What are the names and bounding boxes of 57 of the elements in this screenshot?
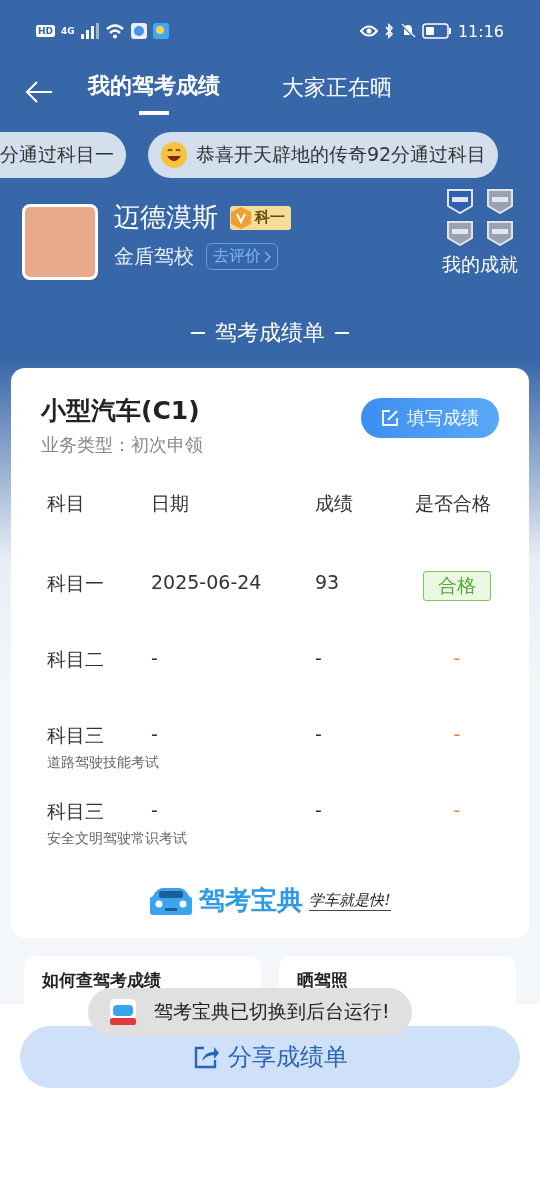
share-button[interactable]: 分享成绩单 [20,1026,520,1088]
result-cell: - [453,647,461,669]
table-cell-text: 2025-06-24 [151,571,263,593]
badge-text: 科一 [255,208,285,227]
achievements-label[interactable]: 我的成就 [442,252,518,278]
bluetooth-icon [383,23,394,39]
table-cell-text: 科目三 [47,723,105,748]
brand-name: 驾考宝典 [199,884,304,917]
table-cell-text: 93 [315,571,341,593]
car-icon [149,885,194,916]
column-header: 科目 [47,491,86,516]
app-logo-icon [110,999,136,1025]
promo-title: 如何查驾考成绩 [42,968,161,992]
subject-note: 安全文明驾驶常识考试 [47,829,187,848]
table-cell-text: 科目三 [47,799,105,824]
tab[interactable]: 大家正在晒 [282,67,392,117]
signal-icon [80,23,99,39]
v-hexagon-icon [230,205,252,230]
app-icon [130,23,147,39]
driving-school: 金盾驾校 [114,243,194,270]
table-cell-text: - [151,647,159,669]
table-cell-text: - [315,799,323,821]
table-cell-text: - [151,723,159,745]
column-header: 是否合格 [415,491,492,516]
battery-icon [421,23,452,39]
eye-icon [359,24,378,38]
edit-icon [381,409,399,427]
section-title: 驾考成绩单 [215,319,325,347]
table-cell-text: - [315,723,323,745]
slogan: 学车就是快! [309,890,391,911]
user-name: 迈德漠斯 [114,201,218,234]
ticker-text: 恭喜开天辟地的传奇92分通过科目 [196,142,487,167]
column-header: 成绩 [315,491,354,516]
dash-line [191,332,205,334]
table-cell-text: - [315,647,323,669]
ticker-text: 分通过科目一 [0,142,114,167]
pass-tag: 合格 [423,571,491,601]
hd-indicator: HD [36,25,55,37]
back-arrow-icon [24,80,54,104]
vehicle-type: 小型汽车(C1) [41,395,201,427]
column-header: 日期 [151,491,190,516]
table-cell-text: 科目二 [47,647,105,672]
result-cell: - [453,723,461,745]
subject-note: 道路驾驶技能考试 [47,753,159,772]
dash-line [335,332,349,334]
table-cell-text: - [151,799,159,821]
muted-bell-icon [399,23,416,39]
network-type: 4G [61,26,75,36]
result-cell: - [453,799,461,821]
business-type: 业务类型：初次申领 [41,433,203,457]
promo-title: 晒驾照 [297,968,348,992]
clock: 11:16 [457,21,504,41]
smile-emoji-icon [160,141,188,169]
weather-icon [152,23,169,39]
wifi-icon [104,23,125,39]
table-cell-text: 科目一 [47,571,105,596]
chevron-right-icon [264,250,271,263]
